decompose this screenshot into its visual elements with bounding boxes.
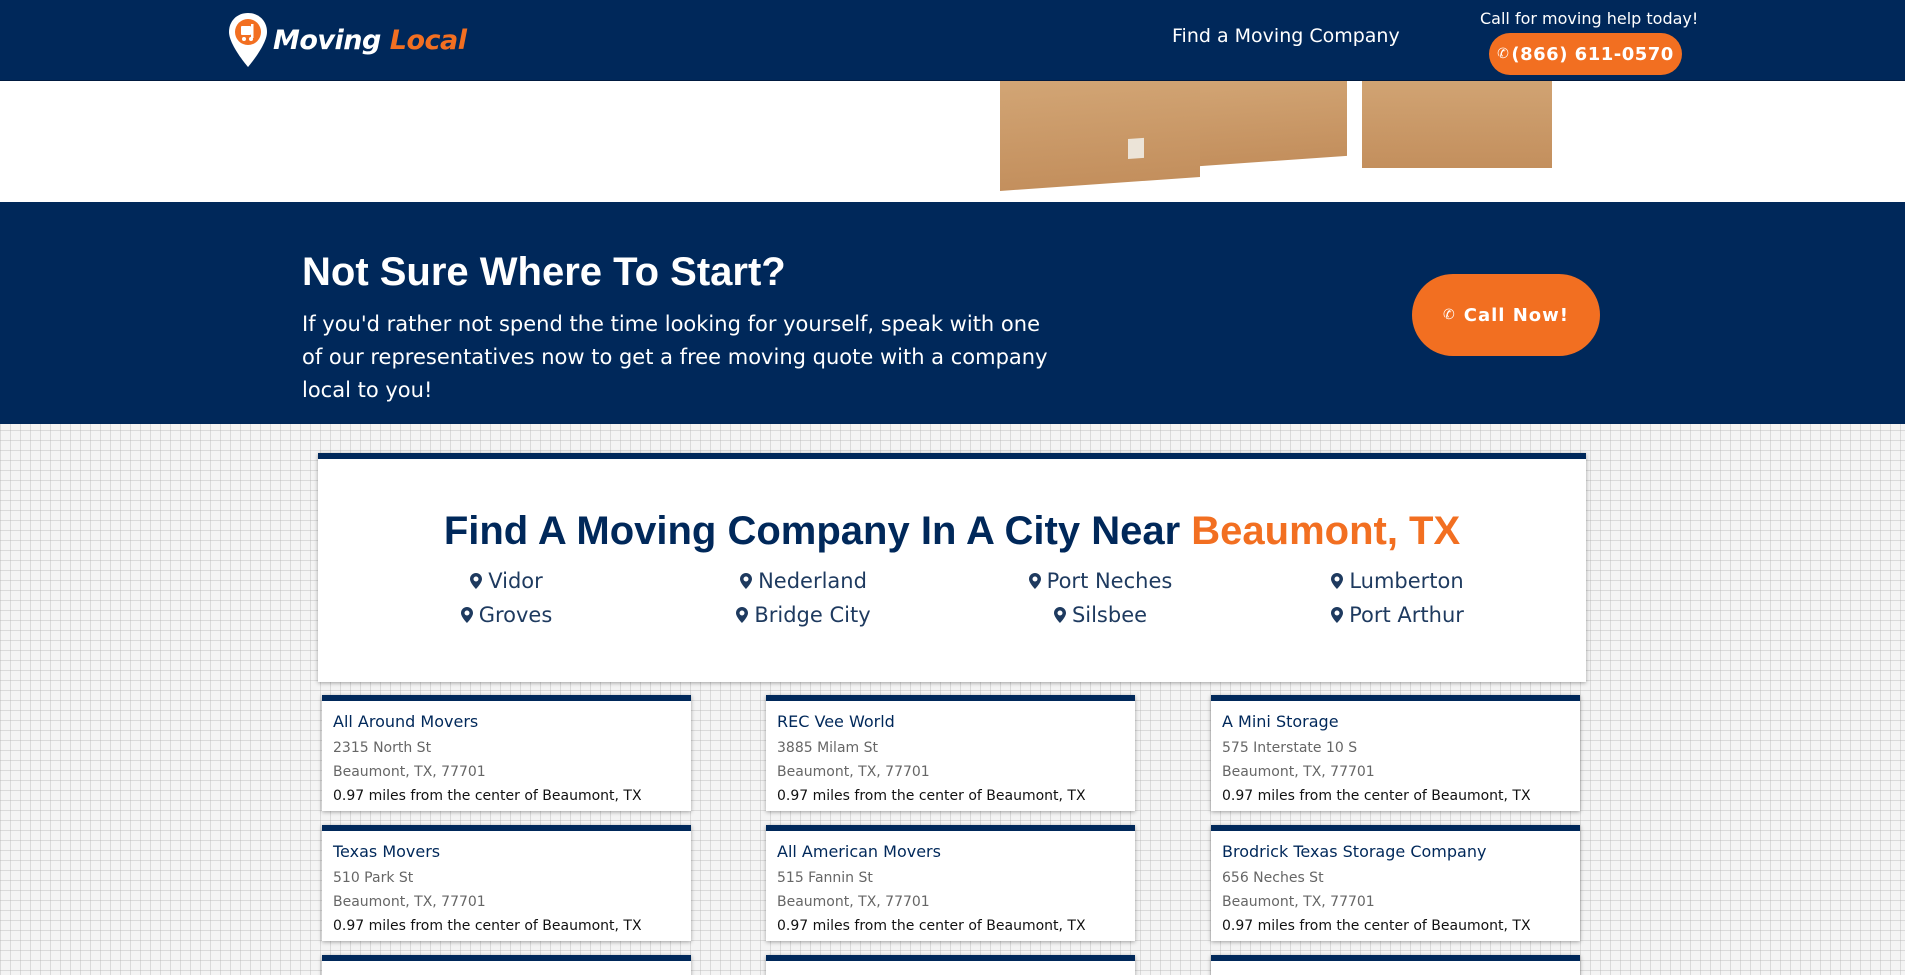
company-listing-card[interactable] — [766, 955, 1135, 975]
city-link-label: Silsbee — [1071, 603, 1148, 627]
company-listing-card[interactable]: A Mini Storage 575 Interstate 10 S Beaum… — [1211, 695, 1580, 811]
cta-title: Not Sure Where To Start? — [302, 250, 786, 294]
city-link-lumberton[interactable]: Lumberton — [1249, 569, 1546, 603]
map-pin-icon — [1053, 607, 1066, 623]
city-link-label: Vidor — [488, 569, 543, 593]
heading-city-highlight: Beaumont, TX — [1191, 509, 1461, 553]
company-city: Beaumont, TX, 77701 — [333, 764, 486, 780]
map-pin-icon — [470, 573, 483, 589]
cta-description: If you'd rather not spend the time looki… — [302, 312, 1048, 402]
city-link-nederland[interactable]: Nederland — [655, 569, 952, 603]
company-listing-card[interactable] — [322, 955, 691, 975]
map-pin-icon — [460, 607, 473, 623]
company-distance: 0.97 miles from the center of Beaumont, … — [1222, 918, 1531, 934]
nearby-cities-card: Find A Moving Company In A City Near Bea… — [318, 453, 1586, 682]
company-distance: 0.97 miles from the center of Beaumont, … — [777, 788, 1086, 804]
header-phone-button[interactable]: ✆ (866) 611-0570 — [1489, 33, 1682, 75]
company-street: 575 Interstate 10 S — [1222, 740, 1358, 756]
city-link-bridge-city[interactable]: Bridge City — [655, 603, 952, 637]
phone-icon: ✆ — [1497, 46, 1510, 62]
company-listing-card[interactable]: Brodrick Texas Storage Company 656 Neche… — [1211, 825, 1580, 941]
company-name[interactable]: All Around Movers — [333, 711, 691, 736]
company-distance: 0.97 miles from the center of Beaumont, … — [333, 918, 642, 934]
company-street: 3885 Milam St — [777, 740, 878, 756]
company-street: 2315 North St — [333, 740, 432, 756]
company-listing-card[interactable]: All American Movers 515 Fannin St Beaumo… — [766, 825, 1135, 941]
company-listing-card[interactable]: REC Vee World 3885 Milam St Beaumont, TX… — [766, 695, 1135, 811]
city-link-port-arthur[interactable]: Port Arthur — [1249, 603, 1546, 637]
company-street: 515 Fannin St — [777, 870, 873, 886]
company-city: Beaumont, TX, 77701 — [333, 894, 486, 910]
company-name[interactable]: Brodrick Texas Storage Company — [1222, 841, 1580, 866]
city-link-label: Port Arthur — [1349, 603, 1464, 627]
company-street: 656 Neches St — [1222, 870, 1324, 886]
hero-image-strip — [0, 81, 1905, 202]
site-logo[interactable]: Moving Local — [227, 11, 467, 69]
nav-find-moving-company[interactable]: Find a Moving Company — [1172, 25, 1400, 47]
company-distance: 0.97 miles from the center of Beaumont, … — [777, 918, 1086, 934]
cardboard-box-image — [1200, 81, 1347, 167]
company-name[interactable]: All American Movers — [777, 841, 1135, 866]
company-distance: 0.97 miles from the center of Beaumont, … — [333, 788, 642, 804]
call-now-label: Call Now! — [1463, 304, 1569, 326]
heading-prefix: Find A Moving Company In A City Near — [443, 509, 1192, 553]
city-link-label: Groves — [478, 603, 553, 627]
company-listing-card[interactable]: Texas Movers 510 Park St Beaumont, TX, 7… — [322, 825, 691, 941]
phone-icon: ✆ — [1443, 307, 1456, 323]
city-link-vidor[interactable]: Vidor — [358, 569, 655, 603]
map-pin-icon — [1028, 573, 1041, 589]
call-now-button[interactable]: ✆ Call Now! — [1412, 274, 1600, 356]
city-link-label: Lumberton — [1349, 569, 1464, 593]
call-to-action-band: Not Sure Where To Start? If you'd rather… — [0, 202, 1905, 424]
map-pin-icon — [740, 573, 753, 589]
map-pin-icon — [1331, 573, 1344, 589]
company-name[interactable]: REC Vee World — [777, 711, 1135, 736]
site-header: Moving Local Find a Moving Company Call … — [0, 0, 1905, 81]
city-link-label: Bridge City — [754, 603, 871, 627]
company-distance: 0.97 miles from the center of Beaumont, … — [1222, 788, 1531, 804]
nearby-cities-heading: Find A Moving Company In A City Near Bea… — [318, 509, 1586, 554]
company-name[interactable]: A Mini Storage — [1222, 711, 1580, 736]
company-city: Beaumont, TX, 77701 — [1222, 894, 1375, 910]
city-link-label: Nederland — [758, 569, 867, 593]
cardboard-box-image — [1362, 81, 1552, 168]
company-city: Beaumont, TX, 77701 — [1222, 764, 1375, 780]
company-city: Beaumont, TX, 77701 — [777, 894, 930, 910]
city-link-port-neches[interactable]: Port Neches — [952, 569, 1249, 603]
cardboard-box-image — [1000, 81, 1200, 191]
map-pin-icon — [736, 607, 749, 623]
location-pin-logo-icon — [229, 13, 267, 67]
company-street: 510 Park St — [333, 870, 414, 886]
city-link-label: Port Neches — [1046, 569, 1173, 593]
company-listing-card[interactable] — [1211, 955, 1580, 975]
company-listing-card[interactable]: All Around Movers 2315 North St Beaumont… — [322, 695, 691, 811]
logo-word-moving: Moving — [273, 24, 381, 56]
city-link-grid: Vidor Nederland Port Neches Lumberton Gr… — [358, 569, 1546, 637]
call-help-text: Call for moving help today! — [1480, 9, 1699, 28]
header-phone-number: (866) 611-0570 — [1511, 43, 1674, 65]
city-link-silsbee[interactable]: Silsbee — [952, 603, 1249, 637]
logo-word-local: Local — [389, 24, 467, 56]
city-link-groves[interactable]: Groves — [358, 603, 655, 637]
company-city: Beaumont, TX, 77701 — [777, 764, 930, 780]
company-name[interactable]: Texas Movers — [333, 841, 691, 866]
map-pin-icon — [1331, 607, 1344, 623]
logo-text: Moving Local — [273, 24, 467, 56]
